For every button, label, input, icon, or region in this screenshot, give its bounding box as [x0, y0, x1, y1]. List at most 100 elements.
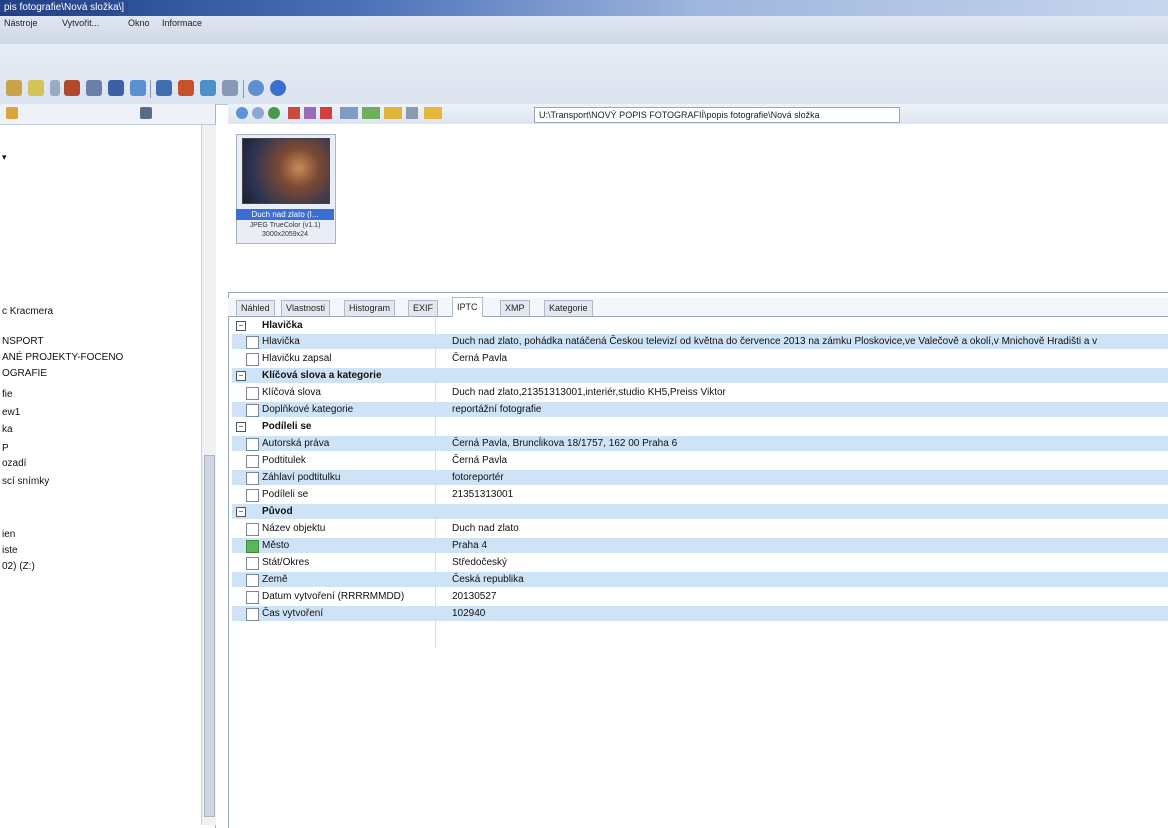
property-row[interactable]: Autorská práva Černá Pavla, Bruncĺikova … [232, 436, 1168, 451]
collapse-icon[interactable]: − [236, 422, 246, 432]
group-header[interactable]: − Podíleli se [232, 419, 1168, 434]
grid-column-divider[interactable] [435, 318, 436, 648]
print-icon[interactable] [86, 80, 102, 96]
dropdown-icon[interactable] [50, 80, 60, 96]
edit-field-icon [246, 489, 259, 502]
property-value[interactable]: Praha 4 [452, 538, 487, 553]
save-icon[interactable] [140, 107, 152, 119]
property-row[interactable]: Hlavičku zapsal Černá Pavla [232, 351, 1168, 366]
options-icon[interactable] [222, 80, 238, 96]
tab-xmp[interactable]: XMP [500, 300, 530, 316]
property-name: Stát/Okres [262, 557, 310, 568]
open-icon[interactable] [6, 80, 22, 96]
tab-exif[interactable]: EXIF [408, 300, 439, 316]
property-row[interactable]: Čas vytvoření 102940 [232, 606, 1168, 621]
group-header[interactable]: − Původ [232, 504, 1168, 519]
find-icon[interactable] [64, 80, 80, 96]
property-value[interactable]: Česká republika [452, 572, 524, 587]
forward-icon[interactable] [252, 107, 264, 119]
property-row[interactable]: Klíčová slova Duch nad zlato,21351313001… [232, 385, 1168, 400]
edit-field-icon [246, 336, 259, 349]
property-value[interactable]: 21351313001 [452, 487, 513, 502]
tab-categories[interactable]: Kategorie [544, 300, 593, 316]
tree-scrollbar-thumb[interactable] [204, 455, 215, 817]
tab-properties[interactable]: Vlastnosti [281, 300, 331, 316]
filter-icon[interactable] [384, 107, 402, 119]
property-value[interactable]: Černá Pavla [452, 351, 507, 366]
tree-item[interactable]: ka [2, 424, 13, 435]
tree-scrollbar[interactable] [201, 125, 216, 825]
property-value[interactable]: fotoreportér [452, 470, 504, 485]
property-row[interactable]: Název objektu Duch nad zlato [232, 521, 1168, 536]
collapse-icon[interactable]: − [236, 321, 246, 331]
tree-item[interactable]: ANÉ PROJEKTY-FOCENO [2, 352, 123, 363]
tab-preview[interactable]: Náhled [236, 300, 275, 316]
property-value[interactable]: 20130527 [452, 589, 497, 604]
group-header[interactable]: − Hlavička [232, 318, 1168, 333]
tree-item[interactable]: OGRAFIE [2, 368, 47, 379]
view-mode-icon[interactable] [340, 107, 358, 119]
thumbnail-caption[interactable]: Duch nad zlato (I... [236, 209, 334, 220]
tab-iptc[interactable]: IPTC [452, 297, 483, 317]
property-name: Hlavičku zapsal [262, 353, 332, 364]
property-name: Autorská práva [262, 438, 330, 449]
property-value[interactable]: Duch nad zlato,21351313001,interiér,stud… [452, 385, 726, 400]
menu-info[interactable]: Informace [162, 18, 202, 28]
browse-icon[interactable] [130, 80, 146, 96]
property-value[interactable]: reportážní fotografie [452, 402, 542, 417]
folder-icon[interactable] [28, 80, 44, 96]
group-header[interactable]: − Klíčová slova a kategorie [232, 368, 1168, 383]
address-path-input[interactable]: U:\Transport\NOVÝ POPIS FOTOGRAFIÍ\popis… [534, 107, 900, 123]
tree-item[interactable]: ew1 [2, 407, 20, 418]
delete-icon[interactable] [288, 107, 300, 119]
tab-histogram[interactable]: Histogram [344, 300, 396, 316]
sort-icon[interactable] [362, 107, 380, 119]
property-row[interactable]: Záhlaví podtitulku fotoreportér [232, 470, 1168, 485]
property-value[interactable]: Černá Pavla, Bruncĺikova 18/1757, 162 00… [452, 436, 677, 451]
edit-field-icon [246, 540, 259, 553]
property-row[interactable]: Podtitulek Černá Pavla [232, 453, 1168, 468]
folder-icon[interactable] [6, 107, 18, 119]
tree-item[interactable]: NSPORT [2, 336, 44, 347]
tree-item[interactable]: iste [2, 545, 18, 556]
tree-item[interactable]: c Kracmera [2, 306, 53, 317]
menu-create[interactable]: Vytvořit... [62, 18, 99, 28]
favorites-icon[interactable] [424, 107, 442, 119]
tree-item[interactable]: fie [2, 389, 13, 400]
edit-icon[interactable] [304, 107, 316, 119]
tree-item[interactable]: scí snímky [2, 476, 49, 487]
thumbnail-image[interactable] [242, 138, 330, 204]
property-row[interactable]: Město Praha 4 [232, 538, 1168, 553]
collapse-icon[interactable]: − [236, 507, 246, 517]
batch-icon[interactable] [200, 80, 216, 96]
info-icon[interactable] [270, 80, 286, 96]
back-icon[interactable] [236, 107, 248, 119]
up-folder-icon[interactable] [268, 107, 280, 119]
property-row[interactable]: Datum vytvoření (RRRRMMDD) 20130527 [232, 589, 1168, 604]
remove-icon[interactable] [320, 107, 332, 119]
property-row[interactable]: Země Česká republika [232, 572, 1168, 587]
convert-icon[interactable] [178, 80, 194, 96]
property-row[interactable]: Podíleli se 21351313001 [232, 487, 1168, 502]
tree-item[interactable]: ien [2, 529, 15, 540]
tree-marker: ▾ [2, 152, 7, 162]
property-row[interactable]: Hlavička Duch nad zlato, pohádka natáčen… [232, 334, 1168, 349]
menu-window[interactable]: Okno [128, 18, 150, 28]
property-value[interactable]: Středočeský [452, 555, 507, 570]
tree-item[interactable]: ozadí [2, 458, 26, 469]
refresh-icon[interactable] [406, 107, 418, 119]
menu-tools[interactable]: Nástroje [4, 18, 38, 28]
property-value[interactable]: 102940 [452, 606, 485, 621]
settings-icon[interactable] [248, 80, 264, 96]
property-row[interactable]: Stát/Okres Středočeský [232, 555, 1168, 570]
property-value[interactable]: Duch nad zlato, pohádka natáčená Českou … [452, 334, 1097, 349]
collapse-icon[interactable]: − [236, 371, 246, 381]
scan-icon[interactable] [108, 80, 124, 96]
property-row[interactable]: Doplňkové kategorie reportážní fotografi… [232, 402, 1168, 417]
tree-item[interactable]: P [2, 443, 9, 454]
tree-item[interactable]: 02) (Z:) [2, 561, 35, 572]
property-name: Podtitulek [262, 455, 306, 466]
slideshow-icon[interactable] [156, 80, 172, 96]
property-value[interactable]: Duch nad zlato [452, 521, 519, 536]
property-value[interactable]: Černá Pavla [452, 453, 507, 468]
